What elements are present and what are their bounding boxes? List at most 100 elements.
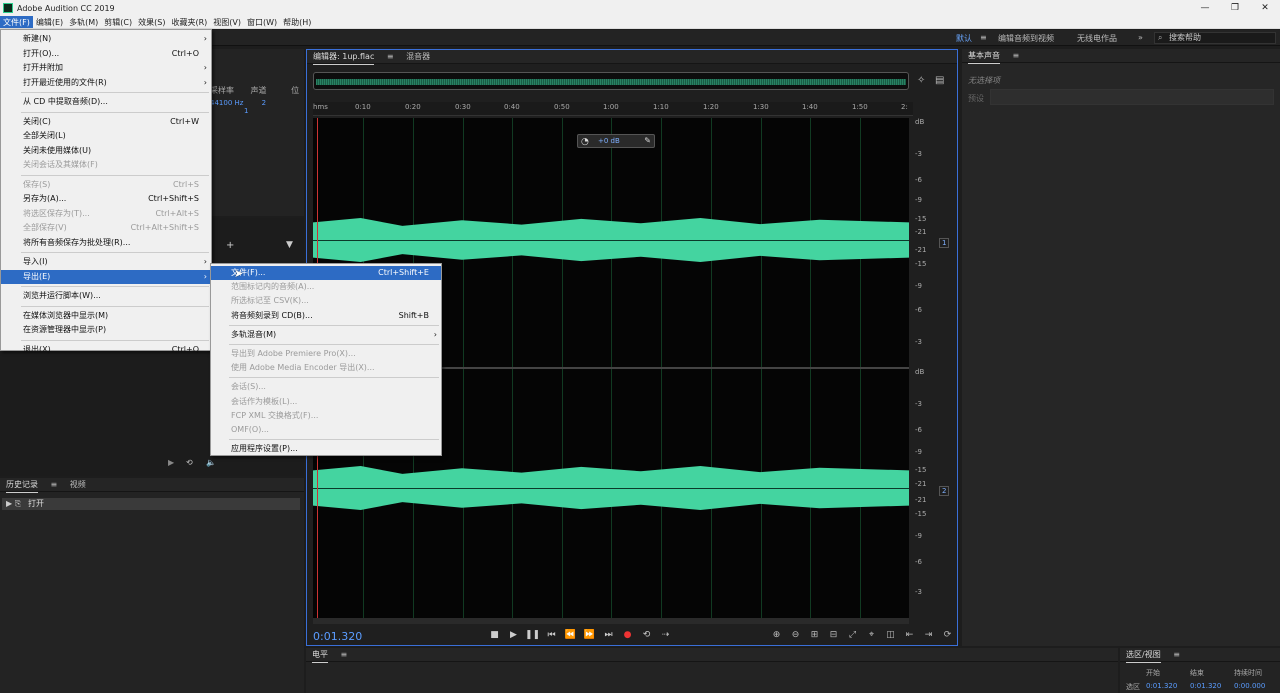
file_menu-item[interactable]: 关闭会话及其媒体(F) [1,158,211,172]
zoom-out-time-icon[interactable]: ⊟ [824,630,843,640]
menu-edit[interactable]: 编辑(E) [33,16,66,28]
menu-clip[interactable]: 剪辑(C) [101,16,135,28]
levels-title[interactable]: 电平 [312,648,328,663]
play-icon[interactable]: ▶ [168,458,174,467]
close-button[interactable]: ✕ [1250,0,1280,16]
play-button-icon[interactable]: ▶ [504,630,523,640]
fast-forward-icon[interactable]: ⏩ [580,630,599,640]
col-channels[interactable]: 声道 [251,86,267,95]
essential-menu-icon[interactable]: ≡ [1013,49,1020,63]
export_submenu-item[interactable]: 会话(S)... [211,380,441,394]
export_submenu-item[interactable]: 将音频刻录到 CD(B)... Shift+B [211,309,441,323]
file_menu-item[interactable]: 在资源管理器中显示(P) [1,323,211,337]
zoom-in-left-icon[interactable]: ⇤ [900,630,919,640]
file_menu-item[interactable]: 保存(S) Ctrl+S [1,178,211,192]
file_menu-item[interactable]: 打开(O)... Ctrl+O [1,47,211,61]
file-row[interactable]: 44100 Hz 2 1 [210,99,304,115]
file_menu-item[interactable]: 导出(E) › [1,269,211,284]
loop-icon[interactable]: ⟲ [186,458,193,467]
volume-knob-icon[interactable]: ◔ [581,136,589,148]
preset-dropdown[interactable] [990,89,1274,105]
minimize-button[interactable]: — [1190,0,1220,16]
workspace-menu-icon[interactable]: ≡ [980,33,987,42]
menu-window[interactable]: 窗口(W) [244,16,280,28]
overview-navigator[interactable] [313,72,909,90]
workspace-default[interactable]: 默认 [956,33,972,44]
file_menu-item[interactable]: 将所有音频保存为批处理(R)... [1,236,211,250]
time-ruler[interactable]: hms 0:10 0:20 0:30 0:40 0:50 1:00 1:10 1… [313,102,913,116]
zoom-in-right-icon[interactable]: ⇥ [919,630,938,640]
go-to-end-icon[interactable]: ⏭ [599,630,618,640]
file_menu-item[interactable]: 浏览并运行脚本(W)... [1,289,211,303]
record-icon[interactable]: ● [618,630,637,640]
export_submenu-item[interactable]: 所选标记至 CSV(K)... [211,294,441,308]
selection-view-title[interactable]: 选区/视图 [1126,648,1161,663]
pin-icon[interactable]: ✧ [917,75,925,86]
export_submenu-item[interactable]: 会话作为模板(L)... [211,395,441,409]
add-icon[interactable]: + [226,240,234,251]
hud-pin-icon[interactable]: ✎ [644,135,651,147]
zoom-in-amplitude-icon[interactable]: ⊕ [767,630,786,640]
menu-multitrack[interactable]: 多轨(M) [66,16,101,28]
tab-video[interactable]: 视频 [70,478,86,492]
file_menu-item[interactable]: 全部保存(V) Ctrl+Alt+Shift+S [1,221,211,235]
zoom-in-time-icon[interactable]: ⊞ [805,630,824,640]
current-time-display[interactable]: 0:01.320 [313,630,362,643]
selection-duration[interactable]: 0:00.000 [1234,682,1265,690]
export_submenu-item[interactable]: 应用程序设置(P)... [211,442,441,456]
stop-icon[interactable]: ■ [485,630,504,640]
zoom-reset-icon[interactable]: ⟳ [938,630,957,640]
workspace-radio[interactable]: 无线电作品 [1077,33,1117,44]
col-more[interactable]: 位 [291,86,299,95]
help-search-input[interactable]: ⌕ 搜索帮助 [1154,32,1276,44]
rewind-icon[interactable]: ⏪ [561,630,580,640]
tab-history[interactable]: 历史记录 [6,478,38,493]
export_submenu-item[interactable]: 范围标记内的音频(A)... [211,280,441,294]
file_menu-item[interactable]: 关闭未使用媒体(U) [1,144,211,158]
file_menu-item[interactable]: 从 CD 中提取音频(D)... [1,95,211,109]
selection-start[interactable]: 0:01.320 [1146,682,1177,690]
export_submenu-item[interactable]: 多轨混音(M) › [211,328,441,342]
maximize-button[interactable]: ❐ [1220,0,1250,16]
export_submenu-item[interactable]: 使用 Adobe Media Encoder 导出(X)... [211,361,441,375]
file_menu-item[interactable]: 在媒体浏览器中显示(M) [1,309,211,323]
file_menu-item[interactable]: 将选区保存为(T)... Ctrl+Alt+S [1,207,211,221]
zoom-selection-icon[interactable]: ◫ [881,630,900,640]
editor-menu-icon[interactable]: ≡ [387,50,394,64]
zoom-out-amplitude-icon[interactable]: ⊖ [786,630,805,640]
file_menu-item[interactable]: 关闭(C) Ctrl+W [1,115,211,129]
loop-playback-icon[interactable]: ⟲ [637,630,656,640]
skip-selection-icon[interactable]: ⇢ [656,630,675,640]
workspace-edit-audio-to-video[interactable]: 编辑音频到视频 [998,33,1054,44]
horizontal-scrollbar[interactable] [313,618,909,624]
volume-icon[interactable]: 🔈 [206,458,216,467]
menu-file[interactable]: 文件(F) [0,16,33,28]
history-menu-icon[interactable]: ≡ [51,478,58,492]
export_submenu-item[interactable]: FCP XML 交换格式(F)... [211,409,441,423]
menu-favorites[interactable]: 收藏夹(R) [168,16,210,28]
file_menu-item[interactable]: 新建(N) › [1,32,211,46]
selview-menu-icon[interactable]: ≡ [1173,648,1180,662]
essential-sound-title[interactable]: 基本声音 [968,49,1000,64]
file_menu-item[interactable]: 打开最近使用的文件(R) › [1,76,211,90]
filter-icon[interactable]: ▼ [286,240,293,250]
file_menu-item[interactable]: 退出(X) Ctrl+Q [1,343,211,357]
file_menu-item[interactable]: 另存为(A)... Ctrl+Shift+S [1,192,211,206]
export_submenu-item[interactable]: 导出到 Adobe Premiere Pro(X)... [211,347,441,361]
export_submenu-item[interactable]: OMF(O)... [211,423,441,437]
menu-effects[interactable]: 效果(S) [135,16,168,28]
file_menu-item[interactable]: 导入(I) › [1,255,211,269]
export_submenu-item[interactable]: 文件(F)... Ctrl+Shift+E [211,266,441,280]
channel-1-label[interactable]: 1 [939,238,950,248]
history-item[interactable]: ▶ ⎘ 打开 [2,498,300,510]
menu-view[interactable]: 视图(V) [210,16,244,28]
tab-mixer[interactable]: 混音器 [406,50,430,64]
zoom-out-full-icon[interactable]: ⤢ [843,630,862,640]
selection-end[interactable]: 0:01.320 [1190,682,1221,690]
file_menu-item[interactable]: 打开并附加 › [1,61,211,75]
channel-2-label[interactable]: 2 [939,486,950,496]
zoom-in-point-icon[interactable]: ⌖ [862,630,881,640]
panel-options-icon[interactable]: ▤ [935,75,944,86]
menu-help[interactable]: 帮助(H) [280,16,314,28]
hud-volume[interactable]: ◔ +0 dB ✎ [577,134,655,148]
